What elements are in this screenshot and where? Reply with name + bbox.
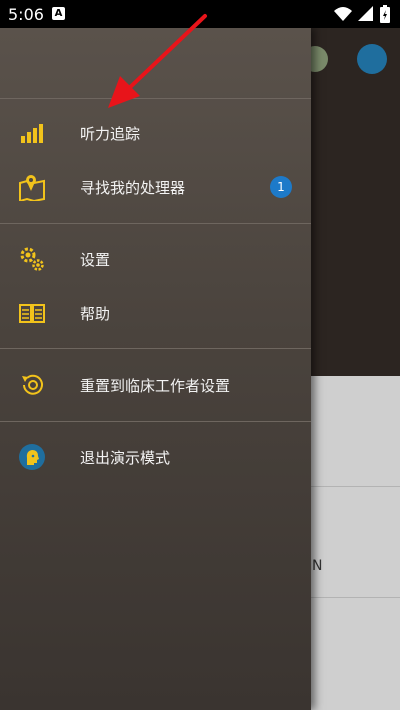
- cell-signal-icon: [358, 6, 373, 21]
- menu-item-label: 重置到临床工作者设置: [80, 376, 231, 395]
- menu-item-label: 设置: [80, 250, 111, 269]
- app-logo-icon[interactable]: [357, 44, 387, 74]
- battery-icon: [380, 5, 390, 23]
- menu-item-label: 听力追踪: [80, 124, 141, 143]
- head-logo-icon: [18, 443, 46, 471]
- menu-item-label: 退出演示模式: [80, 448, 171, 467]
- notification-icon: A: [52, 7, 65, 20]
- menu-item-label: 寻找我的处理器: [80, 178, 186, 197]
- navigation-drawer: 听力追踪 寻找我的处理器 1 设置 帮助 重置到临床工作者设置 退出演示模式: [0, 28, 311, 710]
- divider: [0, 348, 311, 349]
- map-pin-icon: [18, 173, 46, 201]
- annotation-arrow-icon: [108, 14, 207, 108]
- menu-item-label: 帮助: [80, 304, 111, 323]
- book-icon: [18, 299, 46, 327]
- menu-item-settings[interactable]: 设置: [0, 233, 311, 285]
- status-icons: [334, 5, 390, 23]
- menu-item-help[interactable]: 帮助: [0, 287, 311, 339]
- divider: [0, 223, 311, 224]
- gears-icon: [18, 245, 46, 273]
- menu-item-exit-demo[interactable]: 退出演示模式: [0, 431, 311, 483]
- divider: [0, 421, 311, 422]
- reset-icon: [18, 371, 46, 399]
- menu-item-reset-clinician[interactable]: 重置到临床工作者设置: [0, 359, 311, 411]
- partial-label: N: [312, 558, 323, 574]
- menu-item-find-processor[interactable]: 寻找我的处理器 1: [0, 161, 311, 213]
- notification-badge: 1: [270, 176, 292, 198]
- signal-bars-icon: [18, 119, 46, 147]
- wifi-icon: [334, 7, 352, 21]
- status-time: 5:06: [8, 5, 44, 24]
